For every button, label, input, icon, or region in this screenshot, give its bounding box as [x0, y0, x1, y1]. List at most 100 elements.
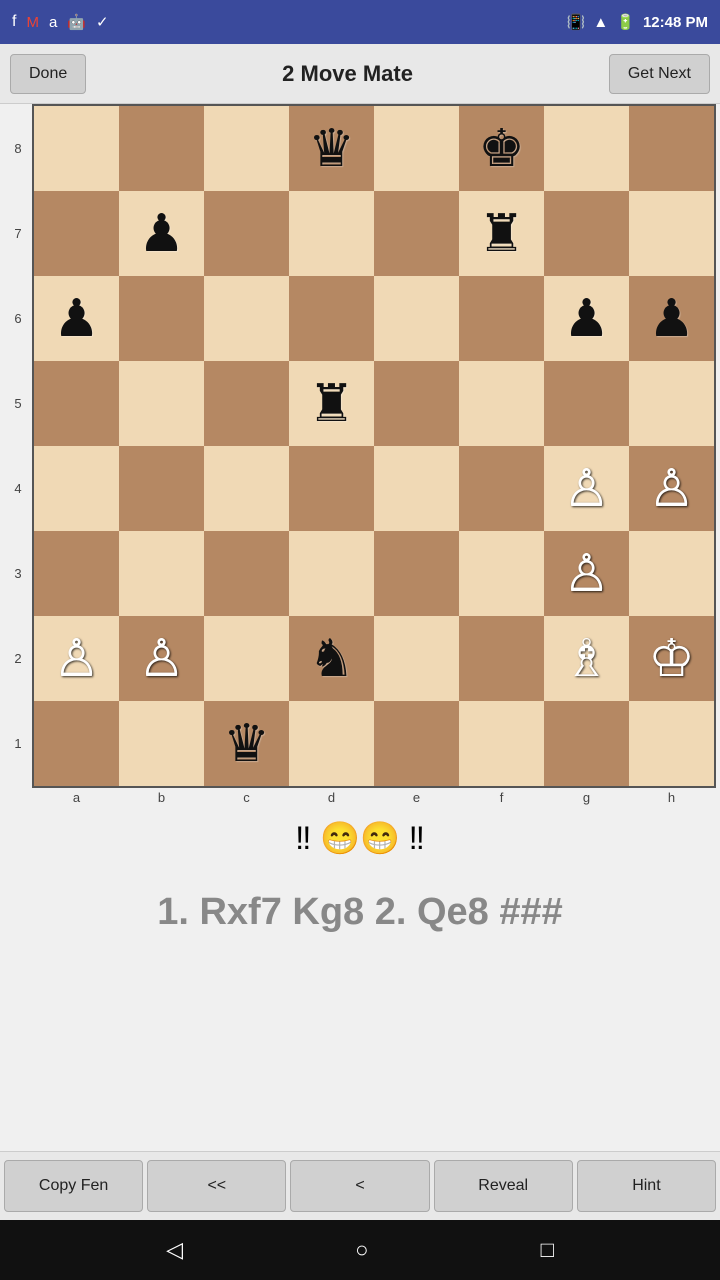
- cell-b5[interactable]: [119, 361, 204, 446]
- cell-a3[interactable]: [34, 531, 119, 616]
- cell-c6[interactable]: [204, 276, 289, 361]
- cell-f3[interactable]: [459, 531, 544, 616]
- cell-g5[interactable]: [544, 361, 629, 446]
- cell-h6[interactable]: ♟: [629, 276, 714, 361]
- cell-b1[interactable]: [119, 701, 204, 786]
- cell-d8[interactable]: ♛: [289, 106, 374, 191]
- bottom-buttons: Copy Fen << < Reveal Hint: [0, 1151, 720, 1220]
- system-nav-bar: ◁ ○ □: [0, 1220, 720, 1280]
- cell-e1[interactable]: [374, 701, 459, 786]
- back-nav-icon[interactable]: ◁: [166, 1237, 183, 1263]
- cell-b6[interactable]: [119, 276, 204, 361]
- cell-g2[interactable]: ♗: [544, 616, 629, 701]
- cell-c7[interactable]: [204, 191, 289, 276]
- cell-g6[interactable]: ♟: [544, 276, 629, 361]
- cell-f5[interactable]: [459, 361, 544, 446]
- cell-h5[interactable]: [629, 361, 714, 446]
- cell-d4[interactable]: [289, 446, 374, 531]
- rank-5: 5: [4, 361, 32, 446]
- cell-c4[interactable]: [204, 446, 289, 531]
- cell-e8[interactable]: [374, 106, 459, 191]
- cell-e5[interactable]: [374, 361, 459, 446]
- cell-f8[interactable]: ♚: [459, 106, 544, 191]
- status-bar-left: f M a 🤖 ✓: [12, 13, 109, 31]
- cell-f4[interactable]: [459, 446, 544, 531]
- cell-e6[interactable]: [374, 276, 459, 361]
- file-f: f: [459, 788, 544, 805]
- time-display: 12:48 PM: [643, 14, 708, 31]
- facebook-icon: f: [12, 13, 16, 31]
- recents-nav-icon[interactable]: □: [541, 1237, 554, 1263]
- file-e: e: [374, 788, 459, 805]
- cell-g8[interactable]: [544, 106, 629, 191]
- android-icon: 🤖: [67, 13, 86, 31]
- cell-f1[interactable]: [459, 701, 544, 786]
- chess-board[interactable]: ♛♚♟♜♟♟♟♜♙♙♙♙♙♞♗♔♛: [32, 104, 716, 788]
- cell-a2[interactable]: ♙: [34, 616, 119, 701]
- cell-a5[interactable]: [34, 361, 119, 446]
- reveal-button[interactable]: Reveal: [434, 1160, 573, 1212]
- cell-g3[interactable]: ♙: [544, 531, 629, 616]
- cell-g1[interactable]: [544, 701, 629, 786]
- cell-h8[interactable]: [629, 106, 714, 191]
- cell-e7[interactable]: [374, 191, 459, 276]
- cell-h4[interactable]: ♙: [629, 446, 714, 531]
- cell-f7[interactable]: ♜: [459, 191, 544, 276]
- cell-d5[interactable]: ♜: [289, 361, 374, 446]
- get-next-button[interactable]: Get Next: [609, 54, 710, 94]
- cell-e4[interactable]: [374, 446, 459, 531]
- rank-1: 1: [4, 701, 32, 786]
- cell-d1[interactable]: [289, 701, 374, 786]
- file-c: c: [204, 788, 289, 805]
- done-button[interactable]: Done: [10, 54, 86, 94]
- cell-a8[interactable]: [34, 106, 119, 191]
- copy-fen-button[interactable]: Copy Fen: [4, 1160, 143, 1212]
- cell-d2[interactable]: ♞: [289, 616, 374, 701]
- cell-d3[interactable]: [289, 531, 374, 616]
- cell-b7[interactable]: ♟: [119, 191, 204, 276]
- rank-3: 3: [4, 531, 32, 616]
- gmail-icon: M: [26, 14, 39, 31]
- file-g: g: [544, 788, 629, 805]
- battery-icon: 🔋: [616, 13, 635, 31]
- cell-g4[interactable]: ♙: [544, 446, 629, 531]
- cell-g7[interactable]: [544, 191, 629, 276]
- cell-b4[interactable]: [119, 446, 204, 531]
- cell-c3[interactable]: [204, 531, 289, 616]
- home-nav-icon[interactable]: ○: [355, 1237, 368, 1263]
- cell-e2[interactable]: [374, 616, 459, 701]
- cell-h3[interactable]: [629, 531, 714, 616]
- cell-b3[interactable]: [119, 531, 204, 616]
- cell-f6[interactable]: [459, 276, 544, 361]
- cell-d7[interactable]: [289, 191, 374, 276]
- cell-h2[interactable]: ♔: [629, 616, 714, 701]
- cell-c1[interactable]: ♛: [204, 701, 289, 786]
- chess-board-container: 8 7 6 5 4 3 2 1 ♛♚♟♜♟♟♟♜♙♙♙♙♙♞♗♔♛ a b c …: [0, 104, 720, 805]
- cell-d6[interactable]: [289, 276, 374, 361]
- file-a: a: [34, 788, 119, 805]
- status-bar-right: 📳 ▲ 🔋 12:48 PM: [567, 13, 708, 31]
- cell-c2[interactable]: [204, 616, 289, 701]
- cell-a7[interactable]: [34, 191, 119, 276]
- cell-a1[interactable]: [34, 701, 119, 786]
- rewind-button[interactable]: <<: [147, 1160, 286, 1212]
- cell-c5[interactable]: [204, 361, 289, 446]
- back-button[interactable]: <: [290, 1160, 429, 1212]
- board-wrapper: 8 7 6 5 4 3 2 1 ♛♚♟♜♟♟♟♜♙♙♙♙♙♞♗♔♛: [4, 104, 716, 788]
- status-bar: f M a 🤖 ✓ 📳 ▲ 🔋 12:48 PM: [0, 0, 720, 44]
- cell-a6[interactable]: ♟: [34, 276, 119, 361]
- hint-button[interactable]: Hint: [577, 1160, 716, 1212]
- file-d: d: [289, 788, 374, 805]
- cell-f2[interactable]: [459, 616, 544, 701]
- rank-2: 2: [4, 616, 32, 701]
- rank-8: 8: [4, 106, 32, 191]
- cell-b2[interactable]: ♙: [119, 616, 204, 701]
- cell-h7[interactable]: [629, 191, 714, 276]
- cell-a4[interactable]: [34, 446, 119, 531]
- cell-h1[interactable]: [629, 701, 714, 786]
- emoji-line: ‼ 😁😁 ‼: [0, 805, 720, 861]
- cell-e3[interactable]: [374, 531, 459, 616]
- cell-c8[interactable]: [204, 106, 289, 191]
- amazon-icon: a: [49, 14, 57, 31]
- cell-b8[interactable]: [119, 106, 204, 191]
